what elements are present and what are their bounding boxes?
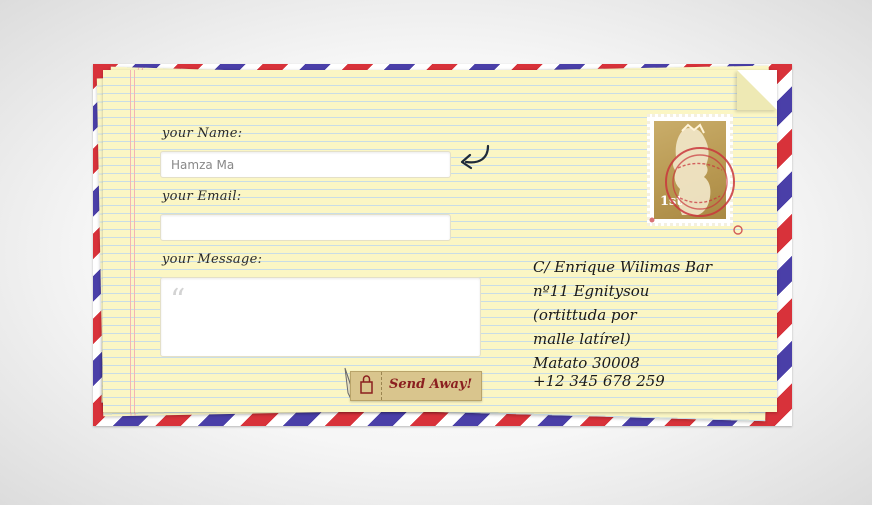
message-textarea[interactable] bbox=[160, 277, 481, 357]
postmark-icon bbox=[649, 147, 743, 235]
bag-icon bbox=[360, 375, 373, 394]
quote-icon: “ bbox=[170, 286, 185, 316]
page-fold-corner bbox=[737, 70, 777, 110]
phone-number: +12 345 678 259 bbox=[533, 372, 665, 390]
address-line: (ortittuda por bbox=[533, 306, 637, 324]
mailing-address: C/ Enrique Wilimas Bar nº11 Egnitysou (o… bbox=[533, 255, 712, 375]
message-label: your Message: bbox=[162, 252, 263, 267]
quote-glyph: “ bbox=[170, 283, 186, 318]
email-input[interactable] bbox=[160, 214, 451, 241]
name-label: your Name: bbox=[162, 126, 243, 141]
address-line: nº11 Egnitysou bbox=[533, 282, 650, 300]
address-line: malle latírel) bbox=[533, 330, 631, 348]
send-button-label: Send Away! bbox=[389, 377, 473, 392]
name-input[interactable] bbox=[160, 151, 451, 178]
send-button-tab bbox=[351, 372, 382, 400]
send-away-button[interactable]: Send Away! bbox=[350, 371, 482, 401]
arrow-icon bbox=[460, 144, 490, 170]
address-line: C/ Enrique Wilimas Bar bbox=[533, 258, 713, 276]
email-label: your Email: bbox=[162, 189, 242, 204]
